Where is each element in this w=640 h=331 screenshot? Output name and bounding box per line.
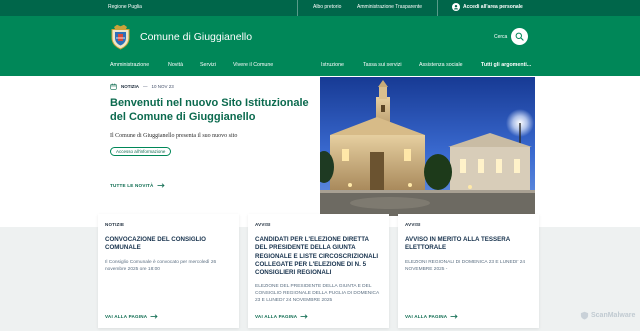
divider	[297, 0, 298, 16]
card-link[interactable]: VAI ALLA PAGINA	[405, 314, 458, 319]
card-title[interactable]: CONVOCAZIONE DEL CONSIGLIO COMUNALE	[105, 236, 232, 253]
arrow-right-icon	[150, 314, 158, 319]
arrow-right-icon	[300, 314, 308, 319]
card-title[interactable]: CANDIDATI PER L'ELEZIONE DIRETTA DEL PRE…	[255, 236, 382, 277]
search-label: Cerca	[494, 34, 508, 40]
calendar-icon	[110, 83, 117, 90]
nav-servizi[interactable]: Servizi	[200, 62, 216, 68]
search-icon	[515, 32, 524, 41]
watermark-label: ScanMalware	[591, 312, 636, 319]
nav-assistenza-sociale[interactable]: Assistenza sociale	[419, 62, 463, 68]
featured-news-title[interactable]: Benvenuti nel nuovo Sito Istituzionale d…	[110, 97, 310, 124]
nav-amministrazione[interactable]: Amministrazione	[110, 62, 149, 68]
news-meta: NOTIZIA — 10 NOV 23	[110, 83, 310, 90]
site-title[interactable]: Comune di Giuggianello	[140, 31, 252, 43]
card-link-label: VAI ALLA PAGINA	[405, 314, 448, 319]
featured-news-image[interactable]	[320, 77, 535, 216]
login-button[interactable]: Accedi all'area personale	[452, 3, 523, 11]
divider	[437, 0, 438, 16]
news-separator: —	[143, 84, 148, 89]
news-card[interactable]: NOTIZIE CONVOCAZIONE DEL CONSIGLIO COMUN…	[98, 214, 239, 328]
arrow-right-icon	[157, 183, 165, 188]
region-link[interactable]: Regione Puglia	[108, 4, 142, 10]
card-link-label: VAI ALLA PAGINA	[105, 314, 148, 319]
nav-tassa-sui-servizi[interactable]: Tassa sui servizi	[363, 62, 402, 68]
featured-news: NOTIZIA — 10 NOV 23 Benvenuti nel nuovo …	[110, 83, 310, 158]
all-news-label: TUTTE LE NOVITÀ	[110, 183, 154, 188]
card-text: ELEZIONE DEL PRESIDENTE DELLA GIUNTA E D…	[255, 284, 379, 304]
albo-pretorio-link[interactable]: Albo pretorio	[313, 4, 341, 10]
card-link-label: VAI ALLA PAGINA	[255, 314, 298, 319]
amministrazione-trasparente-link[interactable]: Amministrazione Trasparente	[357, 4, 422, 10]
comune-crest-logo[interactable]	[110, 24, 131, 50]
arrow-right-icon	[450, 314, 458, 319]
nav-vivere-il-comune[interactable]: Vivere il Comune	[233, 62, 273, 68]
topic-tag[interactable]: Accesso all'informazione	[110, 147, 172, 156]
card-category: AVVISI	[405, 222, 421, 227]
card-category: AVVISI	[255, 222, 271, 227]
card-text: Il Consiglio Comunale è convocato per me…	[105, 259, 217, 272]
watermark: ScanMalware	[580, 311, 635, 320]
site-header: Comune di Giuggianello Cerca Amministraz…	[0, 16, 640, 76]
featured-news-subtitle: Il Comune di Giuggianello presenta il su…	[110, 133, 238, 139]
card-link[interactable]: VAI ALLA PAGINA	[105, 314, 158, 319]
login-label: Accedi all'area personale	[463, 4, 523, 10]
news-category: NOTIZIA	[121, 84, 139, 89]
nav-tutti-gli-argomenti[interactable]: Tutti gli argomenti...	[481, 62, 531, 68]
search-button[interactable]	[511, 28, 528, 45]
news-card[interactable]: AVVISI AVVISO IN MERITO ALLA TESSERA ELE…	[398, 214, 539, 328]
card-link[interactable]: VAI ALLA PAGINA	[255, 314, 308, 319]
news-date: 10 NOV 23	[151, 84, 174, 89]
top-bar: Regione Puglia Albo pretorio Amministraz…	[0, 0, 640, 16]
nav-istruzione[interactable]: Istruzione	[321, 62, 344, 68]
nav-novita[interactable]: Novità	[168, 62, 183, 68]
all-news-link[interactable]: TUTTE LE NOVITÀ	[110, 183, 165, 188]
card-title[interactable]: AVVISO IN MERITO ALLA TESSERA ELETTORALE	[405, 236, 532, 253]
card-category: NOTIZIE	[105, 222, 125, 227]
news-card[interactable]: AVVISI CANDIDATI PER L'ELEZIONE DIRETTA …	[248, 214, 389, 328]
shield-icon	[580, 311, 589, 320]
card-text: ELEZIONI REGIONALI DI DOMENICA 23 E LUNE…	[405, 259, 526, 272]
user-icon	[452, 3, 460, 11]
